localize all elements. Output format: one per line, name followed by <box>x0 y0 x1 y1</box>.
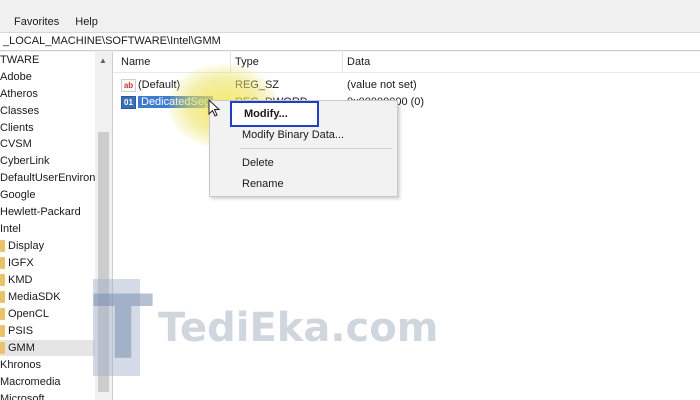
tree-item-clients[interactable]: Clients <box>0 120 34 136</box>
menu-help[interactable]: Help <box>75 16 98 28</box>
column-header-type[interactable]: Type <box>231 52 343 72</box>
tree-item-label: IGFX <box>8 257 34 269</box>
scroll-up-icon[interactable]: ▲ <box>99 56 107 65</box>
tree-item-cyberlink[interactable]: CyberLink <box>0 153 50 169</box>
folder-icon <box>0 342 5 354</box>
menu-bar: Favorites Help <box>0 12 700 32</box>
tree-item-label: Khronos <box>0 359 41 371</box>
header-divider <box>113 72 700 73</box>
table-row[interactable]: ab (Default) REG_SZ (value not set) <box>113 76 700 94</box>
folder-icon <box>0 240 5 252</box>
tree-item-opencl[interactable]: OpenCL <box>0 306 49 322</box>
tree-item-khronos[interactable]: Khronos <box>0 357 41 373</box>
tree-item-label: Macromedia <box>0 376 61 388</box>
tree-item-adobe[interactable]: Adobe <box>0 69 32 85</box>
tree-item-label: Clients <box>0 122 34 134</box>
tree-item-label: Display <box>8 240 45 252</box>
value-name-cell: 01 DedicatedSeg <box>121 93 214 111</box>
menu-separator <box>240 148 392 149</box>
column-header-data[interactable]: Data <box>343 52 563 72</box>
tree-item-label: Microsoft <box>0 393 45 400</box>
folder-icon <box>0 274 5 286</box>
folder-icon <box>0 291 5 303</box>
mouse-pointer-icon <box>208 99 220 117</box>
tree-item-intel[interactable]: Intel <box>0 221 21 237</box>
folder-icon <box>0 325 5 337</box>
tree-item-label: Adobe <box>0 71 32 83</box>
tree-item-gmm[interactable]: GMM <box>0 340 95 356</box>
tree-item-label: GMM <box>8 342 35 354</box>
tree-item-cvsm[interactable]: CVSM <box>0 136 32 152</box>
tree-item-label: PSIS <box>8 325 34 337</box>
folder-icon <box>0 308 5 320</box>
address-bar[interactable]: _LOCAL_MACHINE\SOFTWARE\Intel\GMM <box>0 32 700 51</box>
menu-item-modify[interactable]: Modify... <box>230 101 319 127</box>
value-name-cell: ab (Default) <box>121 76 180 94</box>
string-value-icon: ab <box>121 78 136 92</box>
tree-item-label: MediaSDK <box>8 291 61 303</box>
tree-item-google[interactable]: Google <box>0 187 35 203</box>
tree-item-label: KMD <box>8 274 33 286</box>
menu-item-rename[interactable]: Rename <box>210 174 397 194</box>
tree-item-classes[interactable]: Classes <box>0 103 39 119</box>
tree-item-software[interactable]: TWARE <box>0 52 39 68</box>
tree-item-atheros[interactable]: Atheros <box>0 86 38 102</box>
tree-item-label: TWARE <box>0 54 40 66</box>
tree-item-label: Intel <box>0 223 21 235</box>
tree-item-label: Google <box>0 189 36 201</box>
menu-item-delete[interactable]: Delete <box>210 153 397 173</box>
tree-item-macromedia[interactable]: Macromedia <box>0 374 61 390</box>
tree-item-microsoft[interactable]: Microsoft <box>0 391 45 400</box>
tree-item-hewlett-packard[interactable]: Hewlett-Packard <box>0 204 81 220</box>
title-bar-remnant <box>0 0 700 8</box>
tree-item-display[interactable]: Display <box>0 238 44 254</box>
table-row[interactable]: 01DedicatedSeg REG_DWORD 0x00000000 (0) <box>113 93 700 111</box>
tree-item-igfx[interactable]: IGFX <box>0 255 34 271</box>
folder-icon <box>0 257 5 269</box>
value-name: (Default) <box>138 79 181 91</box>
value-data: (value not set) <box>347 79 417 91</box>
tree-item-defaultuserenvironment[interactable]: DefaultUserEnvironn <box>0 170 102 186</box>
watermark-text: TediEka.com <box>158 305 439 351</box>
menu-favorites[interactable]: Favorites <box>14 16 59 28</box>
tree-item-psis[interactable]: PSIS <box>0 323 33 339</box>
value-type: REG_SZ <box>235 79 280 91</box>
tree-item-label: DefaultUserEnvironn <box>0 172 102 184</box>
value-name: DedicatedSeg <box>138 96 214 108</box>
tree-item-label: Hewlett-Packard <box>0 206 81 218</box>
tree-item-label: CVSM <box>0 138 32 150</box>
tree-item-kmd[interactable]: KMD <box>0 272 32 288</box>
tree-item-mediasdk[interactable]: MediaSDK <box>0 289 61 305</box>
tree-item-label: Classes <box>0 105 40 117</box>
tree-item-label: Atheros <box>0 88 38 100</box>
tree-item-label: OpenCL <box>8 308 49 320</box>
context-menu: Modify... Modify Binary Data... Delete R… <box>209 100 398 197</box>
watermark-logo-letter: T <box>93 276 154 379</box>
tree-item-label: CyberLink <box>0 155 50 167</box>
column-header-name[interactable]: Name <box>117 52 231 72</box>
binary-value-icon: 01 <box>121 95 136 109</box>
menu-item-modify-binary-data[interactable]: Modify Binary Data... <box>210 125 397 145</box>
